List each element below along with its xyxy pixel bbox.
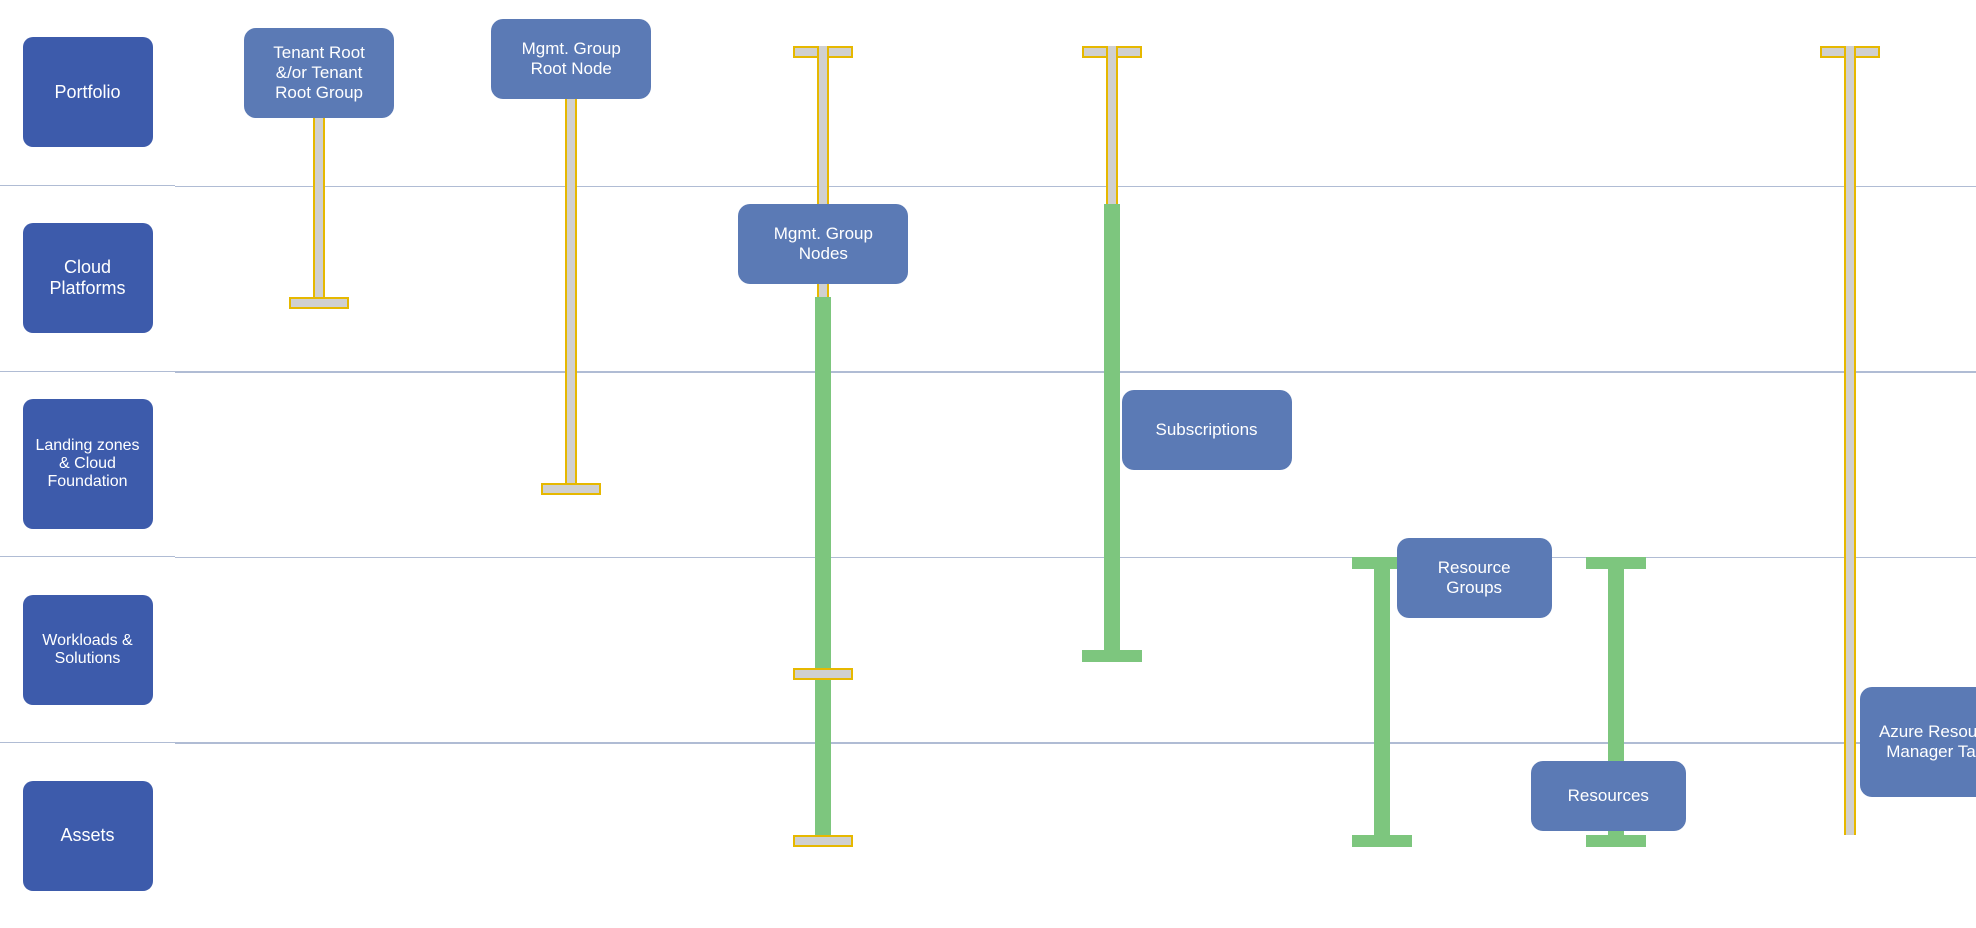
col-a-cap-bottom	[289, 297, 349, 309]
node-subscriptions: Subscriptions	[1122, 390, 1292, 470]
main-container: Portfolio Cloud Platforms Landing zones …	[0, 0, 1976, 928]
row-landing-zones: Landing zones & Cloud Foundation	[0, 372, 175, 558]
col-c-gray-cap-bottom	[793, 668, 853, 680]
node-mgmt-root: Mgmt. Group Root Node	[491, 19, 651, 99]
col-g-gray-vertical	[1844, 46, 1856, 835]
row-cloud-platforms: Cloud Platforms	[0, 186, 175, 372]
col-c-bottom-cap	[793, 835, 853, 847]
node-resources: Resources	[1531, 761, 1686, 831]
col-f-green-cap-bottom	[1586, 835, 1646, 847]
label-workloads: Workloads & Solutions	[23, 595, 153, 705]
col-e-green-vertical	[1374, 557, 1390, 835]
node-resource-groups: Resource Groups	[1397, 538, 1552, 618]
col-d-gray-vertical	[1106, 46, 1118, 204]
label-cloud-platforms: Cloud Platforms	[23, 223, 153, 333]
node-arm-tags: Azure Resource Manager Tags	[1860, 687, 1976, 797]
node-tenant-root: Tenant Root &/or Tenant Root Group	[244, 28, 394, 118]
col-b-vertical	[565, 46, 577, 482]
col-e-green-cap-bottom	[1352, 835, 1412, 847]
row-assets: Assets	[0, 743, 175, 928]
label-portfolio: Portfolio	[23, 37, 153, 147]
label-landing-zones: Landing zones & Cloud Foundation	[23, 399, 153, 529]
row-workloads: Workloads & Solutions	[0, 557, 175, 743]
label-assets: Assets	[23, 781, 153, 891]
grid-lines	[175, 0, 1976, 928]
col-d-green-cap-bottom	[1082, 650, 1142, 662]
content-area: Tenant Root &/or Tenant Root Group Mgmt.…	[175, 0, 1976, 928]
col-d-green-vertical	[1104, 204, 1120, 649]
col-c-green-vertical	[815, 297, 831, 835]
node-mgmt-nodes: Mgmt. Group Nodes	[738, 204, 908, 284]
col-b-cap-bottom	[541, 483, 601, 495]
row-portfolio: Portfolio	[0, 0, 175, 186]
